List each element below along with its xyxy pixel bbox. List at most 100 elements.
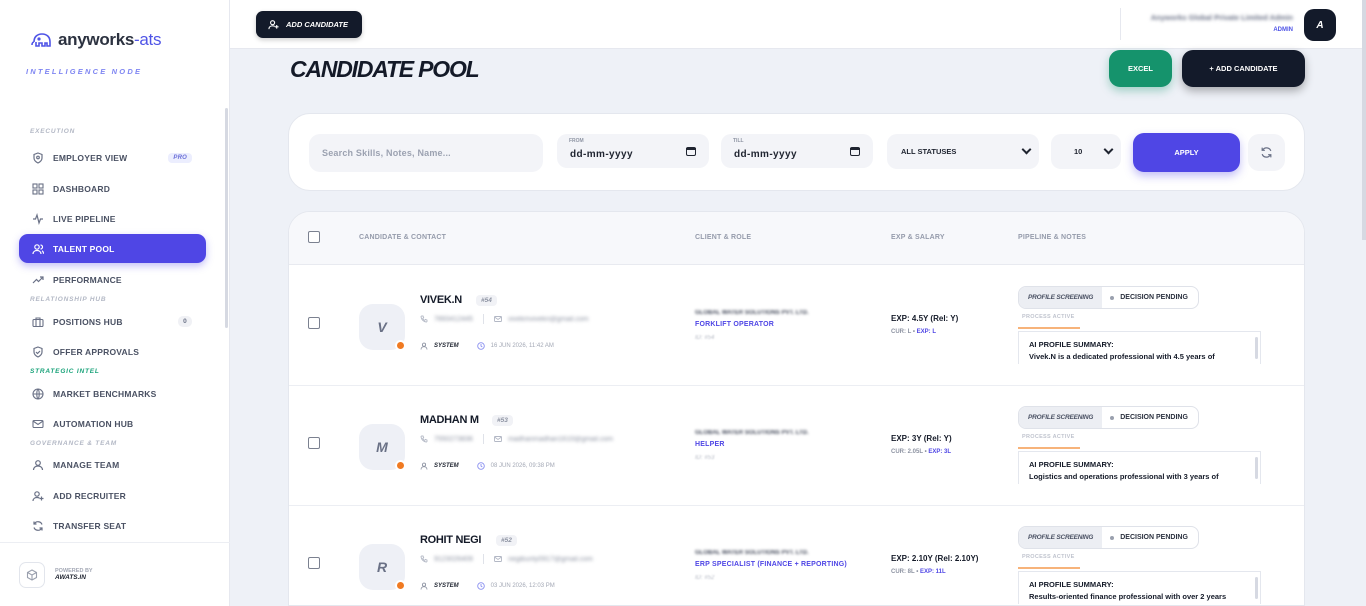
sidebar-scrollbar[interactable] (225, 108, 228, 328)
ai-summary-note[interactable]: AI PROFILE SUMMARY: Results-oriented fin… (1018, 571, 1261, 604)
candidate-phone[interactable]: 9123026409 (434, 556, 473, 563)
table-header: CANDIDATE & CONTACT CLIENT & ROLE EXP & … (289, 212, 1304, 265)
sidebar-item-offer-approvals[interactable]: OFFER APPROVALS (19, 337, 206, 366)
ai-summary-note[interactable]: AI PROFILE SUMMARY: Vivek.N is a dedicat… (1018, 331, 1261, 364)
row-checkbox[interactable] (308, 437, 320, 449)
row-checkbox[interactable] (308, 557, 320, 569)
note-scrollbar[interactable] (1255, 577, 1258, 599)
org-role: ADMIN (1273, 27, 1293, 33)
candidate-timestamp: 16 JUN 2026, 11:42 AM (490, 343, 554, 349)
stage-label: PROFILE SCREENING (1019, 407, 1103, 428)
candidate-email[interactable]: negibunty0917@gmail.com (508, 556, 593, 563)
current-salary: CUR: L (891, 329, 912, 335)
page-size-select[interactable]: 10 (1051, 134, 1121, 169)
candidate-source: SYSTEM (434, 343, 459, 349)
candidate-contact: 7893412445 vivekmvivekn@gmail.com (420, 314, 589, 324)
candidate-source: SYSTEM (434, 463, 459, 469)
trending-icon (32, 274, 44, 286)
note-scrollbar[interactable] (1255, 457, 1258, 479)
activity-icon (32, 212, 44, 225)
add-candidate-top-button[interactable]: ADD CANDIDATE (256, 11, 362, 38)
status-select[interactable]: ALL STATUSES (887, 134, 1039, 169)
pipeline-status[interactable]: PROFILE SCREENING DECISION PENDING (1018, 526, 1199, 549)
divider (482, 314, 484, 324)
elephant-icon (31, 33, 51, 47)
candidate-email[interactable]: vivekmvivekn@gmail.com (508, 316, 589, 323)
candidate-id: #52 (496, 535, 517, 546)
sidebar-item-label: AUTOMATION HUB (53, 418, 134, 429)
refresh-button[interactable] (1248, 134, 1285, 171)
sidebar-item-live-pipeline[interactable]: LIVE PIPELINE (19, 204, 206, 233)
sidebar-item-add-recruiter[interactable]: ADD RECRUITER (19, 481, 206, 510)
pipeline-status[interactable]: PROFILE SCREENING DECISION PENDING (1018, 286, 1199, 309)
progress-line (1018, 327, 1080, 329)
sidebar-item-label: OFFER APPROVALS (53, 346, 140, 357)
brand-logo[interactable]: anyworks-ats (30, 28, 161, 52)
table-row[interactable]: V VIVEK.N #54 7893412445 vivekmvivekn@gm… (289, 266, 1304, 386)
page-scrollbar[interactable] (1362, 0, 1366, 240)
page-size-value: 10 (1074, 147, 1083, 156)
sidebar-item-dashboard[interactable]: DASHBOARD (19, 174, 206, 203)
sidebar-item-automation-hub[interactable]: AUTOMATION HUB (19, 409, 206, 438)
sidebar-item-label: PERFORMANCE (53, 274, 122, 285)
excel-export-button[interactable]: EXCEL (1109, 50, 1172, 87)
candidate-contact: 7550273836 madhanmadhan1610@gmail.com (420, 434, 613, 444)
search-input[interactable]: Search Skills, Notes, Name... (309, 134, 543, 172)
sidebar-item-manage-team[interactable]: MANAGE TEAM (19, 450, 206, 479)
calendar-icon[interactable] (686, 147, 696, 156)
salary: CUR: L • EXP: L (891, 329, 937, 335)
apply-button[interactable]: APPLY (1133, 133, 1240, 172)
candidate-name[interactable]: ROHIT NEGI (420, 534, 481, 546)
phone-icon (420, 555, 428, 563)
role-id: ID: #53 (695, 455, 715, 461)
candidate-name[interactable]: MADHAN M (420, 414, 479, 426)
candidate-phone[interactable]: 7550273836 (434, 436, 473, 443)
pipeline-status[interactable]: PROFILE SCREENING DECISION PENDING (1018, 406, 1199, 429)
grid-icon (32, 182, 44, 195)
section-relationship: RELATIONSHIP HUB (30, 296, 107, 303)
sidebar-item-transfer-seat[interactable]: TRANSFER SEAT (19, 511, 206, 540)
chevron-down-icon (1021, 144, 1032, 155)
mail-icon (493, 316, 502, 322)
experience: EXP: 3Y (Rel: Y) (891, 434, 952, 443)
row-checkbox[interactable] (308, 317, 320, 329)
logo-name: anyworks (58, 30, 135, 49)
sidebar-item-talent-pool[interactable]: TALENT POOL (19, 234, 206, 263)
candidate-meta: SYSTEM 08 JUN 2026, 09:38 PM (420, 462, 555, 470)
role-name[interactable]: HELPER (695, 441, 725, 448)
select-all-checkbox[interactable] (308, 231, 320, 243)
client-name: GLOBAL WATER SOLUTIONS PVT. LTD. (695, 430, 809, 436)
table-row[interactable]: R ROHIT NEGI #52 9123026409 negibunty091… (289, 506, 1304, 605)
candidate-phone[interactable]: 7893412445 (434, 316, 473, 323)
user-plus-icon (32, 490, 44, 502)
sidebar-item-performance[interactable]: PERFORMANCE (19, 265, 206, 294)
role-name[interactable]: FORKLIFT OPERATOR (695, 321, 774, 328)
from-date-field[interactable]: FROM dd-mm-yyyy (557, 134, 709, 168)
candidate-timestamp: 03 JUN 2026, 12:03 PM (490, 583, 555, 589)
candidate-name[interactable]: VIVEK.N (420, 294, 462, 306)
experience: EXP: 4.5Y (Rel: Y) (891, 314, 959, 323)
account-info[interactable]: Anyworks Global Private Limited Admin AD… (1151, 13, 1293, 33)
powered-by[interactable]: POWERED BY AWATS.IN (19, 562, 93, 588)
from-value: dd-mm-yyyy (570, 149, 633, 160)
role-name[interactable]: ERP SPECIALIST (FINANCE + REPORTING) (695, 561, 847, 568)
candidate-email[interactable]: madhanmadhan1610@gmail.com (508, 436, 613, 443)
ai-summary-note[interactable]: AI PROFILE SUMMARY: Logistics and operat… (1018, 451, 1261, 484)
powered-label: POWERED BY (55, 567, 93, 574)
note-body: Logistics and operations professional wi… (1029, 472, 1219, 481)
sidebar-item-positions-hub[interactable]: POSITIONS HUB 0 (19, 307, 206, 336)
top-bar: ADD CANDIDATE Anyworks Global Private Li… (230, 0, 1366, 49)
sidebar-item-market-benchmarks[interactable]: MARKET BENCHMARKS (19, 379, 206, 408)
pro-badge: PRO (168, 152, 192, 163)
calendar-icon[interactable] (850, 147, 860, 156)
chevron-down-icon (1103, 144, 1114, 155)
till-date-field[interactable]: TILL dd-mm-yyyy (721, 134, 873, 168)
sidebar-item-employer-view[interactable]: EMPLOYER VIEW PRO (19, 143, 206, 172)
note-scrollbar[interactable] (1255, 337, 1258, 359)
table-row[interactable]: M MADHAN M #53 7550273836 madhanmadhan16… (289, 386, 1304, 506)
add-candidate-button[interactable]: + ADD CANDIDATE (1182, 50, 1305, 87)
logo-suffix: -ats (134, 30, 162, 49)
status-dot (395, 340, 406, 351)
section-strategic: STRATEGIC INTEL (30, 368, 100, 375)
avatar[interactable]: A (1304, 9, 1336, 41)
